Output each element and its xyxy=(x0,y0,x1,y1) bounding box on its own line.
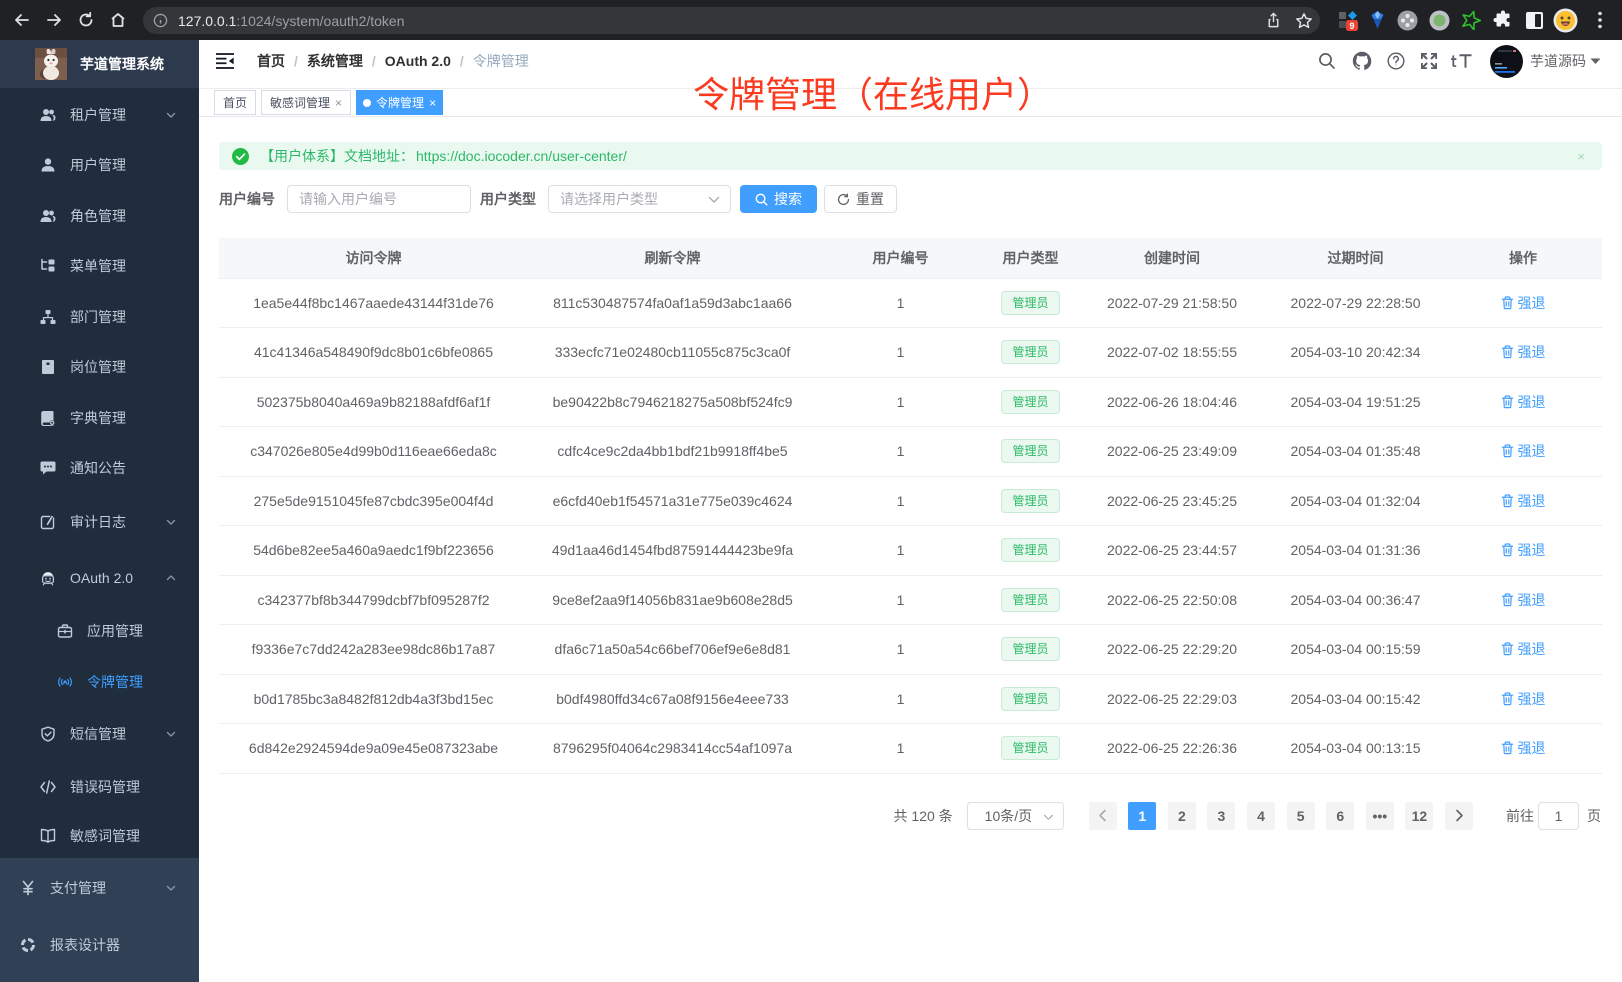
svg-text:9: 9 xyxy=(1349,21,1354,31)
